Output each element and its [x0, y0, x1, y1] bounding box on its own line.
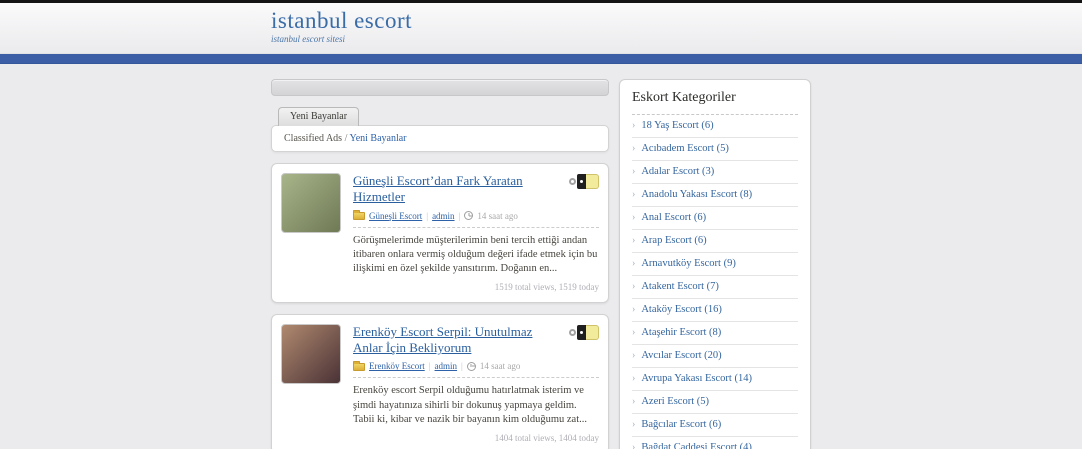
sidebar-category-link[interactable]: Bağcılar Escort (6) [641, 419, 721, 430]
meta-separator: | [458, 210, 461, 221]
post-title-link[interactable]: Erenköy Escort Serpil: Unutulmaz Anlar İ… [353, 324, 599, 357]
tag-yellow-part [586, 324, 599, 340]
sidebar-category-link[interactable]: Acıbadem Escort (5) [641, 143, 728, 154]
keyring-icon [569, 178, 576, 185]
post-category-link[interactable]: Erenköy Escort [369, 361, 425, 371]
sidebar-category-link[interactable]: Avcılar Escort (20) [641, 350, 721, 361]
post-meta: Erenköy Escort | admin | 14 saat ago [353, 360, 599, 379]
chevron-right-icon: › [632, 442, 636, 449]
tab-yeni-bayanlar[interactable]: Yeni Bayanlar [278, 107, 360, 126]
post-meta: Güneşli Escort | admin | 14 saat ago [353, 210, 599, 228]
chevron-right-icon: › [632, 166, 636, 177]
key-tag-icon [569, 324, 599, 340]
sidebar-category-item[interactable]: › Bağdat Caddesi Escort (4) [632, 437, 798, 449]
content-area: Yeni Bayanlar Classified Ads / Yeni Baya… [271, 79, 811, 449]
sidebar-category-item[interactable]: › Arnavutköy Escort (9) [632, 253, 798, 276]
chevron-right-icon: › [632, 212, 636, 223]
post-author-link[interactable]: admin [435, 361, 458, 371]
post-time: 14 saat ago [479, 361, 521, 372]
sidebar-category-item[interactable]: › Bağcılar Escort (6) [632, 414, 798, 437]
sidebar-category-item[interactable]: › Ataşehir Escort (8) [632, 322, 798, 345]
sidebar-category-link[interactable]: Arap Escort (6) [641, 235, 706, 246]
key-tag-icon [569, 174, 599, 189]
chevron-right-icon: › [632, 120, 636, 131]
post-views-count: 1519 total views, 1519 today [494, 281, 599, 292]
post-thumbnail-image[interactable] [281, 323, 341, 384]
site-tagline: istanbul escort sitesi [271, 34, 345, 45]
chevron-right-icon: › [632, 373, 636, 384]
meta-separator: | [461, 361, 463, 372]
post-time: 14 saat ago [477, 210, 518, 221]
sidebar-category-item[interactable]: › Azeri Escort (5) [632, 391, 798, 414]
tag-black-part [577, 174, 586, 189]
sidebar-category-item[interactable]: › 18 Yaş Escort (6) [632, 115, 798, 138]
post-category-link[interactable]: Güneşli Escort [369, 211, 422, 221]
sidebar-category-item[interactable]: › Avrupa Yakası Escort (14) [632, 368, 798, 391]
post-list: Güneşli Escort’dan Fark Yaratan Hizmetle… [271, 163, 609, 449]
chevron-right-icon: › [632, 189, 636, 200]
post-author-link[interactable]: admin [432, 211, 455, 221]
post-excerpt: Erenköy escort Serpil olduğumu hatırlatm… [353, 385, 587, 426]
breadcrumb-root: Classified Ads [284, 133, 343, 144]
chevron-right-icon: › [632, 304, 636, 315]
breadcrumb: Classified Ads / Yeni Bayanlar [271, 125, 609, 152]
sidebar-category-link[interactable]: Anadolu Yakası Escort (8) [641, 189, 752, 200]
sidebar-categories-widget: Eskort Kategoriler › 18 Yaş Escort (6) ›… [619, 79, 811, 449]
sidebar-category-link[interactable]: Bağdat Caddesi Escort (4) [641, 442, 752, 449]
post-views-count: 1404 total views, 1404 today [494, 432, 599, 443]
sidebar-category-item[interactable]: › Adalar Escort (3) [632, 161, 798, 184]
sidebar-category-link[interactable]: Ataşehir Escort (8) [641, 327, 721, 338]
post-excerpt: Görüşmelerimde müşterilerimin beni terci… [353, 234, 598, 275]
sidebar-title: Eskort Kategoriler [632, 90, 798, 115]
folder-icon [353, 360, 365, 371]
sidebar-category-item[interactable]: › Acıbadem Escort (5) [632, 138, 798, 161]
sidebar-category-item[interactable]: › Atakent Escort (7) [632, 276, 798, 299]
sidebar-category-item[interactable]: › Anadolu Yakası Escort (8) [632, 184, 798, 207]
sidebar-category-link[interactable]: Arnavutköy Escort (9) [641, 258, 735, 269]
sidebar-category-link[interactable]: Atakent Escort (7) [641, 281, 719, 292]
chevron-right-icon: › [632, 258, 636, 269]
sidebar-category-item[interactable]: › Arap Escort (6) [632, 230, 798, 253]
tag-black-part [577, 324, 586, 340]
sidebar-category-item[interactable]: › Avcılar Escort (20) [632, 345, 798, 368]
category-list: › 18 Yaş Escort (6) › Acıbadem Escort (5… [632, 115, 798, 449]
tag-yellow-part [586, 174, 599, 189]
chevron-right-icon: › [632, 281, 636, 292]
folder-icon [353, 210, 365, 220]
post-card: Güneşli Escort’dan Fark Yaratan Hizmetle… [271, 163, 609, 303]
site-header: istanbul escort istanbul escort sitesi [0, 3, 1082, 54]
sidebar-category-link[interactable]: Azeri Escort (5) [641, 396, 709, 407]
chevron-right-icon: › [632, 350, 636, 361]
clock-icon [466, 361, 476, 371]
sidebar: Eskort Kategoriler › 18 Yaş Escort (6) ›… [619, 79, 811, 449]
chevron-right-icon: › [632, 235, 636, 246]
chevron-right-icon: › [632, 327, 636, 338]
top-utility-bar [271, 79, 609, 96]
meta-separator: | [428, 361, 431, 372]
tab-row: Yeni Bayanlar [271, 105, 609, 126]
breadcrumb-separator: / [344, 133, 348, 144]
sidebar-category-link[interactable]: Ataköy Escort (16) [641, 304, 721, 315]
chevron-right-icon: › [632, 419, 636, 430]
post-card: Erenköy Escort Serpil: Unutulmaz Anlar İ… [271, 313, 609, 449]
sidebar-category-item[interactable]: › Ataköy Escort (16) [632, 299, 798, 322]
sidebar-category-link[interactable]: 18 Yaş Escort (6) [641, 120, 713, 131]
clock-icon [464, 211, 474, 220]
sidebar-category-item[interactable]: › Anal Escort (6) [632, 207, 798, 230]
accent-divider-bar [0, 54, 1082, 64]
sidebar-category-link[interactable]: Adalar Escort (3) [641, 166, 714, 177]
main-column: Yeni Bayanlar Classified Ads / Yeni Baya… [271, 79, 609, 449]
sidebar-category-link[interactable]: Avrupa Yakası Escort (14) [641, 373, 752, 384]
sidebar-category-link[interactable]: Anal Escort (6) [641, 212, 706, 223]
site-title: istanbul escort [271, 8, 412, 33]
breadcrumb-current-link[interactable]: Yeni Bayanlar [349, 133, 406, 144]
chevron-right-icon: › [632, 143, 636, 154]
post-title-link[interactable]: Güneşli Escort’dan Fark Yaratan Hizmetle… [353, 173, 599, 206]
post-thumbnail-image[interactable] [281, 173, 341, 233]
meta-separator: | [426, 210, 429, 221]
chevron-right-icon: › [632, 396, 636, 407]
keyring-icon [569, 328, 576, 336]
